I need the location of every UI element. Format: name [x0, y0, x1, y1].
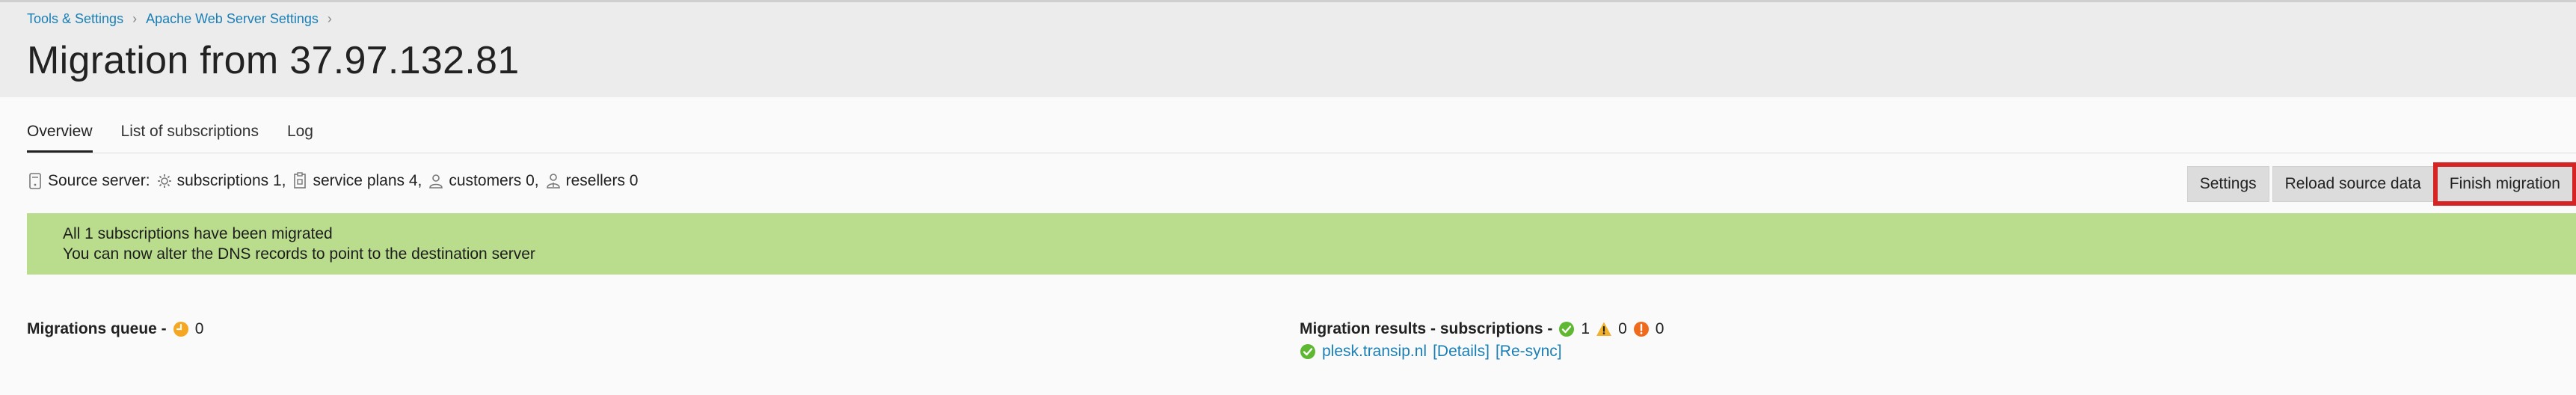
- customer-icon: [428, 172, 444, 190]
- migration-results-header: Migration results - subscriptions - 1 0 …: [1300, 320, 1667, 338]
- clock-icon: [173, 321, 189, 337]
- migrations-queue-count: 0: [194, 320, 204, 337]
- success-count: 1: [1581, 320, 1590, 337]
- page-header: Tools & Settings › Apache Web Server Set…: [0, 0, 2576, 97]
- breadcrumb-tools-settings[interactable]: Tools & Settings: [27, 11, 123, 27]
- error-count: 0: [1655, 320, 1664, 337]
- warning-count: 0: [1618, 320, 1627, 337]
- warning-icon: [1596, 321, 1612, 337]
- reload-source-data-button[interactable]: Reload source data: [2272, 166, 2434, 202]
- server-icon: [27, 172, 43, 190]
- tab-bar: Overview List of subscriptions Log: [27, 123, 313, 153]
- subscriptions-count: subscriptions 1,: [176, 172, 286, 189]
- finish-migration-button[interactable]: Finish migration: [2432, 162, 2576, 206]
- service-plans-count: service plans 4,: [313, 172, 422, 189]
- breadcrumb: Tools & Settings › Apache Web Server Set…: [27, 11, 341, 27]
- success-message: All 1 subscriptions have been migrated Y…: [27, 213, 2576, 275]
- resellers-count: resellers 0: [565, 172, 639, 189]
- migrations-queue-label: Migrations queue -: [27, 320, 167, 337]
- migration-results: Migration results - subscriptions - 1 0 …: [1300, 320, 1667, 361]
- breadcrumb-separator: ›: [132, 11, 138, 26]
- migration-toolbar: Settings Reload source data Finish migra…: [2186, 162, 2576, 206]
- success-check-icon: [1558, 321, 1575, 337]
- source-server-label: Source server:: [48, 172, 150, 189]
- subscription-link[interactable]: plesk.transip.nl: [1322, 343, 1427, 361]
- breadcrumb-separator: ›: [327, 11, 332, 26]
- subscriptions-gear-icon: [156, 172, 173, 190]
- reseller-icon: [545, 172, 562, 190]
- service-plans-icon: [292, 172, 308, 190]
- resync-link[interactable]: [Re-sync]: [1496, 343, 1562, 361]
- details-link[interactable]: [Details]: [1433, 343, 1490, 361]
- migrations-queue: Migrations queue - 0: [27, 320, 203, 338]
- breadcrumb-apache-settings[interactable]: Apache Web Server Settings: [146, 11, 319, 27]
- result-row: plesk.transip.nl [Details] [Re-sync]: [1300, 343, 1667, 361]
- source-server-summary: Source server: subscriptions 1, service …: [27, 172, 644, 190]
- success-message-line-1: All 1 subscriptions have been migrated: [63, 225, 333, 242]
- success-check-icon: [1300, 343, 1316, 360]
- tab-list-of-subscriptions[interactable]: List of subscriptions: [121, 123, 259, 153]
- migration-results-label: Migration results - subscriptions -: [1300, 320, 1553, 337]
- customers-count: customers 0,: [449, 172, 539, 189]
- success-message-line-2: You can now alter the DNS records to poi…: [63, 245, 535, 263]
- tab-log[interactable]: Log: [287, 123, 313, 153]
- tab-overview[interactable]: Overview: [27, 123, 93, 153]
- page-title: Migration from 37.97.132.81: [27, 39, 520, 82]
- error-icon: [1633, 321, 1650, 337]
- settings-button[interactable]: Settings: [2186, 166, 2269, 202]
